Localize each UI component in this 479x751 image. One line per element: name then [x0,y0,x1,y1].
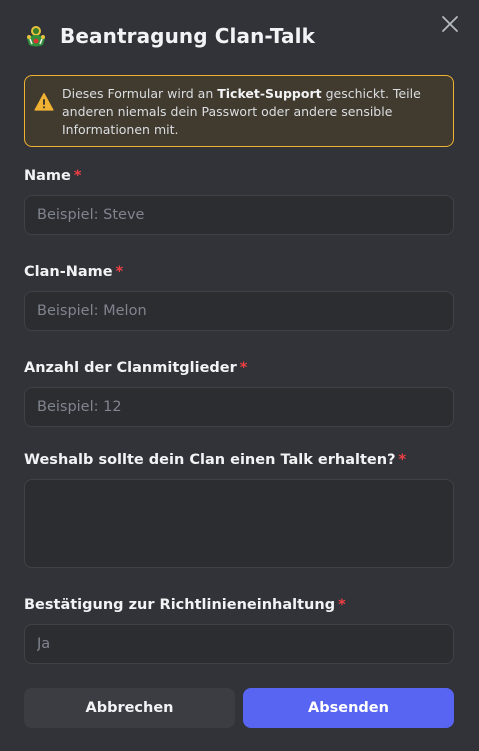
notice-text-before: Dieses Formular wird an [62,86,218,101]
warning-icon [34,92,54,111]
field-label-name: Name * [24,168,82,184]
notice-bold-target: Ticket-Support [217,86,322,101]
required-marker: * [73,168,82,184]
name-input[interactable] [24,195,454,235]
required-marker: * [239,360,248,376]
guideline-confirmation-input[interactable] [24,624,454,664]
modal-title: Beantragung Clan-Talk [60,24,315,48]
reason-textarea[interactable] [24,479,454,568]
required-marker: * [115,264,124,280]
modal-header: Beantragung Clan-Talk [24,20,444,52]
close-icon [442,16,458,32]
notice-text: Dieses Formular wird an Ticket-Support g… [62,84,441,138]
submit-button[interactable]: Absenden [243,688,454,728]
cancel-button[interactable]: Abbrechen [24,688,235,728]
required-marker: * [398,452,407,468]
field-label-member-count: Anzahl der Clanmitglieder * [24,360,248,376]
modal: Beantragung Clan-Talk Dieses Formular wi… [0,0,479,751]
clan-emblem-icon [24,24,48,48]
member-count-input[interactable] [24,387,454,427]
field-label-clan-name: Clan-Name * [24,264,124,280]
required-marker: * [338,597,346,613]
field-label-reason: Weshalb sollte dein Clan einen Talk erha… [24,452,407,468]
clan-name-input[interactable] [24,291,454,331]
field-label-guideline-confirmation: Bestätigung zur Richtlinieneinhaltung * [24,597,346,613]
warning-notice: Dieses Formular wird an Ticket-Support g… [24,75,454,147]
close-button[interactable] [440,14,460,34]
